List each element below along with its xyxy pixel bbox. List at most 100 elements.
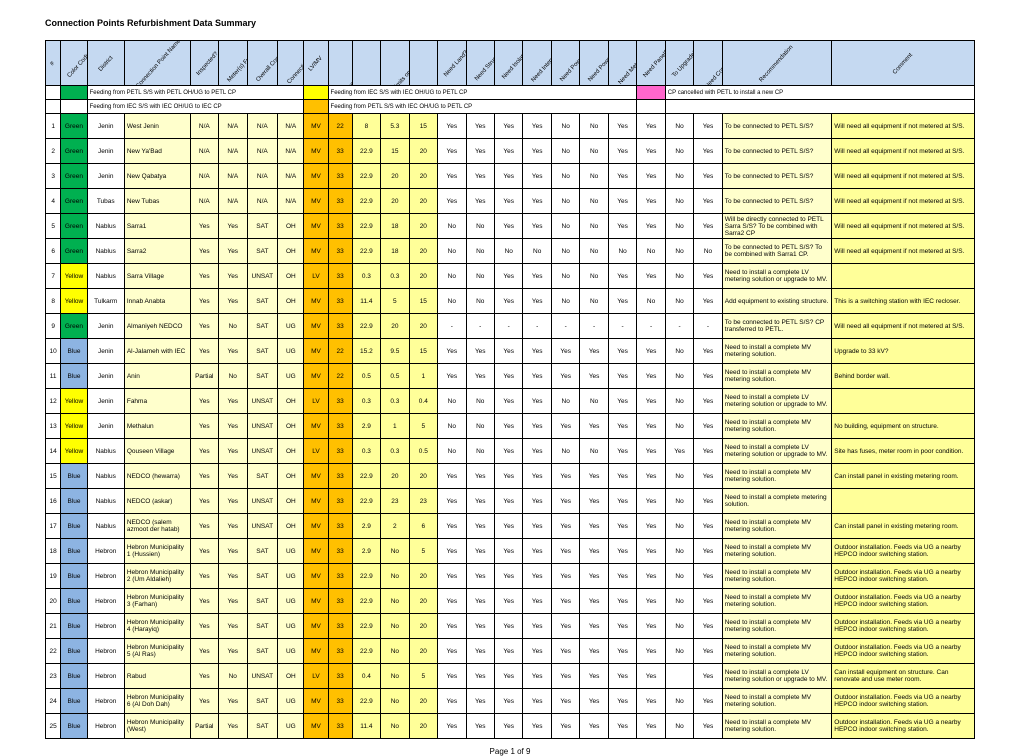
table-row: 8YellowTulkarmInnab AnabtaYesYesSATOHMV3… [46,289,975,314]
cell-iso: Yes [494,414,522,439]
cell-met: Yes [608,339,636,364]
cell-cap: 0.5 [352,364,380,389]
cell-o: SAT [247,239,278,264]
cell-iso: Yes [494,264,522,289]
table-row: 14YellowNablusQouseen VillageYesYesUNSAT… [46,439,975,464]
cell-cp: Hebron Municipality 4 (Harayiq) [124,614,190,639]
col-header: LV/MV [304,41,328,86]
cell-land: No [438,389,466,414]
cell-lim: 20 [381,164,409,189]
cell-n: 23 [46,664,61,689]
cell-met: Yes [608,289,636,314]
col-header: Need Power VT? [551,41,579,86]
cell-str: Yes [466,139,494,164]
cell-int: Yes [523,439,551,464]
table-row: 17BlueNablusNEDCO (salem azmoot der hata… [46,514,975,539]
cell-pan: Yes [637,614,665,639]
cell-pan: Yes [637,364,665,389]
cell-met: Yes [608,164,636,189]
cell-cp: NEDCO (askar) [124,489,190,514]
cell-com: Yes [694,364,722,389]
cell-iso: Yes [494,589,522,614]
cell-m: Yes [219,439,247,464]
col-header: Recommendation [722,41,832,86]
cell-vt: No [551,114,579,139]
cell-upg [665,664,693,689]
cell-ct: Yes [580,589,608,614]
cell-v: 33 [328,314,352,339]
cell-cm: Will need all equipment if not metered a… [832,139,975,164]
cell-n: 3 [46,164,61,189]
cell-cm: Outdoor installation. Feeds via UG a nea… [832,689,975,714]
cell-cp: New Ya'Bad [124,139,190,164]
col-header: Need Meters (2 no.) [608,41,636,86]
cell-lim: 2 [381,514,409,539]
cell-str: Yes [466,489,494,514]
cell-v: 33 [328,264,352,289]
cell-com: Yes [694,539,722,564]
cell-iso: Yes [494,464,522,489]
cell-vt: No [551,439,579,464]
cell-ct: No [580,114,608,139]
cell-upg: No [665,264,693,289]
cell-int: Yes [523,414,551,439]
cell-com: Yes [694,389,722,414]
col-header: Need Communications? [694,41,722,86]
cell-ct: No [580,164,608,189]
cell-lv: MV [304,214,328,239]
cell-lim: 0.3 [381,439,409,464]
cell-cap: 22.9 [352,239,380,264]
cell-int: Yes [523,114,551,139]
cell-i: Yes [190,639,218,664]
cell-cm: Outdoor installation. Feeds via UG a nea… [832,564,975,589]
cell-m: Yes [219,589,247,614]
cell-n: 14 [46,439,61,464]
cell-cm: Outdoor installation. Feeds via UG a nea… [832,714,975,739]
cell-str: Yes [466,464,494,489]
cell-iso: Yes [494,339,522,364]
cell-str: Yes [466,339,494,364]
cell-iso: Yes [494,389,522,414]
cell-cap: 22.9 [352,589,380,614]
cell-land: Yes [438,689,466,714]
cell-land: Yes [438,664,466,689]
table-row: 2GreenJeninNew Ya'BadN/AN/AN/AN/AMV3322.… [46,139,975,164]
cell-str: Yes [466,664,494,689]
cell-pan: Yes [637,664,665,689]
cell-m: Yes [219,289,247,314]
cell-cm: Outdoor installation. Feeds via UG a nea… [832,539,975,564]
cell-int: Yes [523,389,551,414]
cell-o: N/A [247,139,278,164]
cell-ct: Yes [580,414,608,439]
cell-m: Yes [219,639,247,664]
cell-ct: Yes [580,714,608,739]
cell-o: SAT [247,289,278,314]
cell-load: 20 [409,464,437,489]
cell-land: No [438,264,466,289]
cell-cs: UG [278,539,304,564]
cell-cap: 0.4 [352,664,380,689]
cell-cp: Rabud [124,664,190,689]
cell-iso: Yes [494,564,522,589]
cell-cap: 22.9 [352,489,380,514]
cell-cm [832,264,975,289]
cell-cc: Blue [61,639,87,664]
cell-m: Yes [219,564,247,589]
table-row: 5GreenNablusSarra1YesYesSATOHMV3322.9182… [46,214,975,239]
cell-int: Yes [523,464,551,489]
cell-com: Yes [694,189,722,214]
cell-cm: Can install equipment on structure. Can … [832,664,975,689]
cell-cc: Blue [61,364,87,389]
cell-d: Hebron [87,689,124,714]
cell-iso: Yes [494,514,522,539]
cell-upg: No [665,589,693,614]
cell-d: Hebron [87,564,124,589]
cell-rec: Need to install a complete metering solu… [722,489,832,514]
col-header: Need Panel? [637,41,665,86]
cell-lv: LV [304,439,328,464]
page-footer: Page 1 of 9 [45,747,975,756]
cell-upg: No [665,139,693,164]
cell-cs: UG [278,614,304,639]
cell-v: 33 [328,214,352,239]
cell-cs: N/A [278,164,304,189]
